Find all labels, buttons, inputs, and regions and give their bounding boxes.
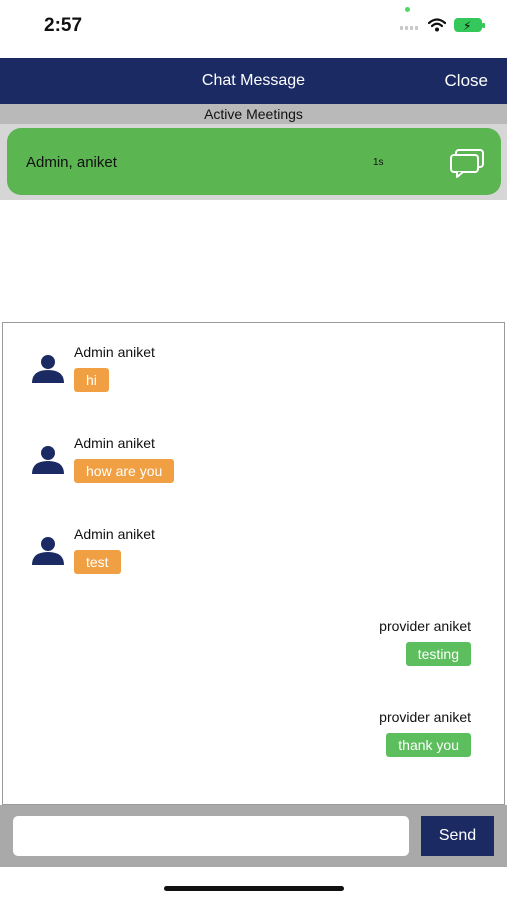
home-indicator[interactable] xyxy=(164,886,344,891)
user-avatar-icon xyxy=(32,355,64,383)
user-avatar-icon xyxy=(32,446,64,474)
privacy-indicator-dot xyxy=(405,7,410,12)
battery-icon: ⚡ xyxy=(454,18,485,33)
active-meetings-heading: Active Meetings xyxy=(0,104,507,124)
send-button[interactable]: Send xyxy=(421,816,494,856)
message-input[interactable] xyxy=(13,816,409,856)
user-avatar-icon xyxy=(32,537,64,565)
status-time: 2:57 xyxy=(44,15,83,36)
message-sender: Admin aniket xyxy=(74,435,155,451)
message-composer: Send xyxy=(0,805,507,867)
message-bubble: how are you xyxy=(74,459,175,483)
app-header: Chat Message Close xyxy=(0,58,507,104)
message-sender: provider aniket xyxy=(379,709,471,725)
message-sender: Admin aniket xyxy=(74,526,155,542)
chat-panel[interactable]: Admin aniket hi Admin aniket how are you… xyxy=(2,322,505,805)
close-button[interactable]: Close xyxy=(445,71,488,91)
meeting-participants: Admin, aniket xyxy=(26,154,117,171)
message-bubble: thank you xyxy=(386,733,471,757)
message-sender: Admin aniket xyxy=(74,344,155,360)
message-bubble: testing xyxy=(405,642,471,666)
meeting-card[interactable]: Admin, aniket 1s xyxy=(7,128,501,195)
status-bar: 2:57 ⚡ xyxy=(0,0,507,58)
message-bubble: hi xyxy=(74,368,109,392)
meetings-list: Admin, aniket 1s xyxy=(0,124,507,200)
wifi-icon xyxy=(428,18,446,32)
message-sender: provider aniket xyxy=(379,618,471,634)
meeting-elapsed-time: 1s xyxy=(373,157,384,168)
charging-bolt-icon: ⚡ xyxy=(463,19,472,33)
cellular-signal-icon xyxy=(400,26,418,30)
message-bubble: test xyxy=(74,550,121,574)
chat-bubbles-icon[interactable] xyxy=(447,148,487,178)
page-title: Chat Message xyxy=(201,72,306,89)
